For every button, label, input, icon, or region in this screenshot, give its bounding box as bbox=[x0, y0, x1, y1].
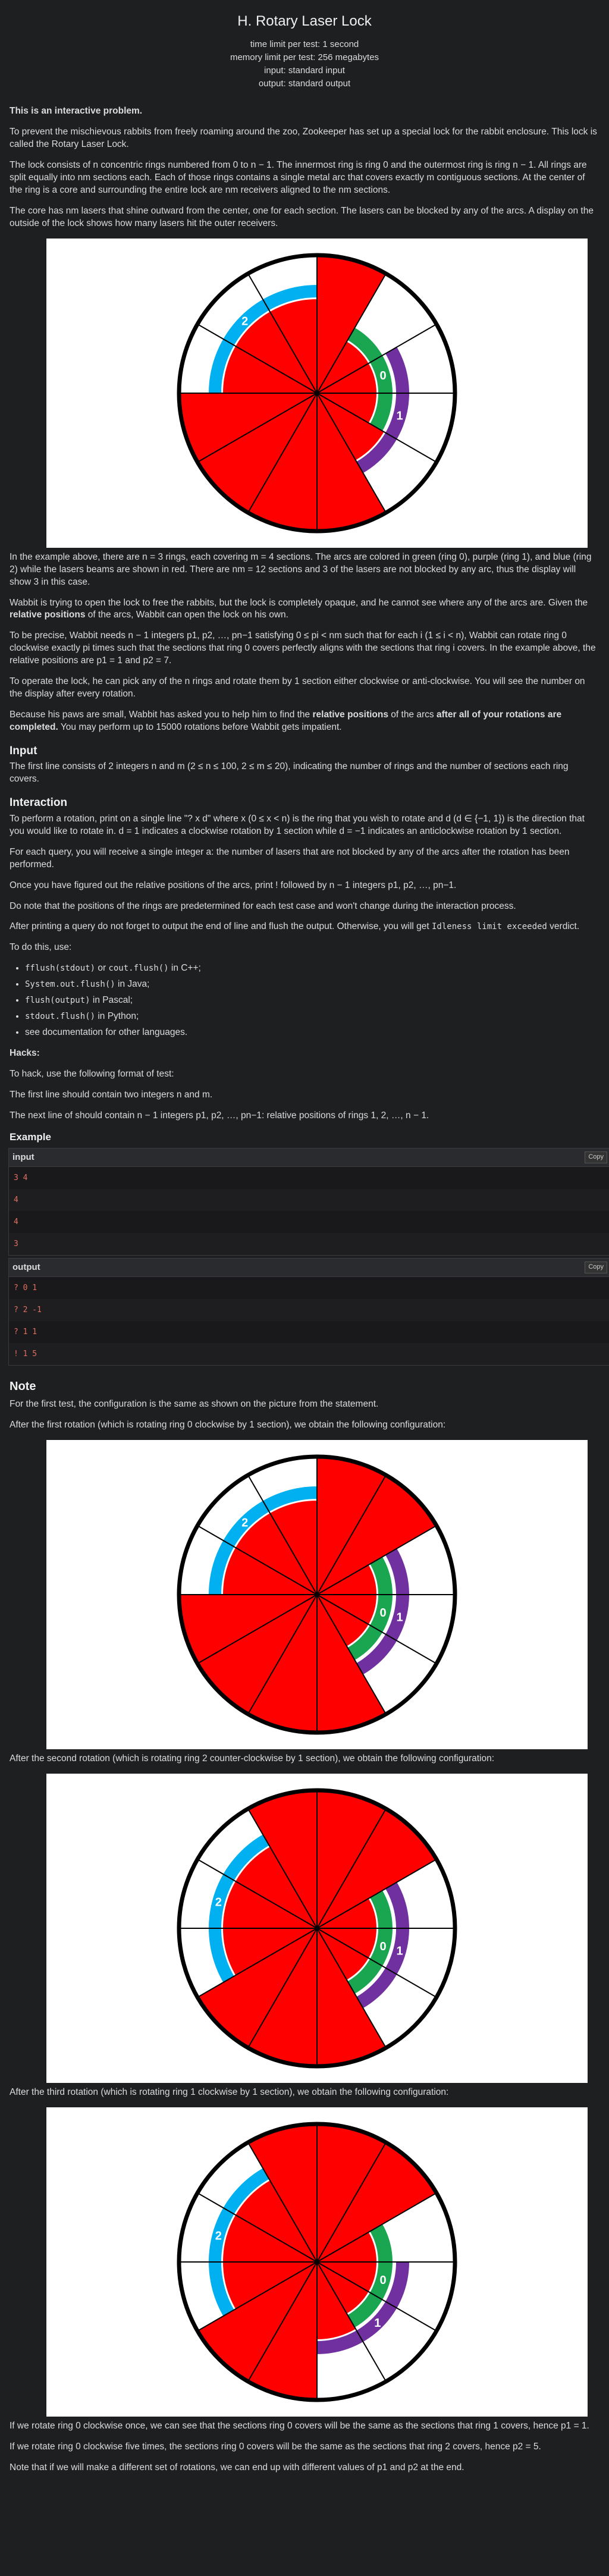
output-label: output bbox=[12, 1262, 40, 1272]
ring-1-label: 1 bbox=[397, 1944, 403, 1957]
ring-2-label: 2 bbox=[241, 1517, 248, 1530]
list-item: flush(output) in Pascal; bbox=[25, 994, 599, 1007]
ring-0-label: 0 bbox=[380, 2274, 387, 2287]
statement-paragraph: The lock consists of n concentric rings … bbox=[10, 160, 587, 195]
example-line: ? 1 1 bbox=[14, 1328, 37, 1337]
statement-paragraph: The core has nm lasers that shine outwar… bbox=[10, 205, 594, 228]
interaction-paragraph: To do this, use: bbox=[10, 942, 72, 953]
ring-2-label: 2 bbox=[215, 1896, 222, 1909]
input-heading: Input bbox=[10, 744, 37, 757]
example-line: 4 bbox=[14, 1217, 18, 1226]
example-line: 4 bbox=[9, 1188, 609, 1211]
ring-0-label: 0 bbox=[380, 1607, 387, 1620]
copy-output-button[interactable]: Copy bbox=[585, 1261, 607, 1274]
hacks-paragraph: The first line should contain two intege… bbox=[10, 1089, 213, 1100]
ring-0-label: 0 bbox=[380, 369, 387, 382]
example-line: 3 4 bbox=[14, 1173, 28, 1182]
note-paragraph: Note that if we will make a different se… bbox=[10, 2462, 464, 2473]
list-item: System.out.flush() in Java; bbox=[25, 978, 599, 991]
copy-input-button[interactable]: Copy bbox=[585, 1151, 607, 1163]
example-line: ! 1 5 bbox=[9, 1343, 609, 1366]
ring-1-label: 1 bbox=[397, 1611, 403, 1624]
memory-limit: memory limit per test: 256 megabytes bbox=[230, 52, 379, 63]
example-input-block: input Copy 3 4 4 4 3 bbox=[8, 1147, 609, 1256]
interactive-note: This is an interactive problem. bbox=[10, 106, 143, 117]
lock-diagram: 0 1 2 bbox=[177, 253, 457, 534]
list-item: fflush(stdout) or cout.flush() in C++; bbox=[25, 962, 599, 975]
interaction-paragraph: Once you have figured out the relative p… bbox=[10, 880, 457, 890]
statement-paragraph: Wabbit is trying to open the lock to fre… bbox=[10, 597, 588, 620]
lock-diagram: 01 2 bbox=[177, 1788, 457, 2069]
ring-1-label: 1 bbox=[374, 2317, 381, 2330]
lock-figure: 0 1 2 bbox=[46, 2107, 588, 2417]
input-spec: The first line consists of 2 integers n … bbox=[10, 761, 569, 785]
statement-paragraph: Because his paws are small, Wabbit has a… bbox=[10, 709, 562, 732]
note-paragraph: After the third rotation (which is rotat… bbox=[10, 2086, 449, 2097]
interaction-heading: Interaction bbox=[10, 796, 68, 809]
lock-figure: 01 2 bbox=[46, 1773, 588, 2083]
example-line: ? 2 -1 bbox=[9, 1299, 609, 1322]
note-paragraph: For the first test, the configuration is… bbox=[10, 1399, 379, 1410]
list-item: stdout.flush() in Python; bbox=[25, 1011, 599, 1023]
example-heading: Example bbox=[10, 1131, 51, 1143]
output-type: output: standard output bbox=[258, 78, 351, 89]
ring-2-label: 2 bbox=[215, 2229, 222, 2242]
list-item: see documentation for other languages. bbox=[25, 1027, 599, 1039]
statement-paragraph: To operate the lock, he can pick any of … bbox=[10, 676, 585, 699]
example-output-block: output Copy ? 0 1 ? 2 -1 ? 1 1 ! 1 5 bbox=[8, 1257, 609, 1366]
interaction-paragraph: For each query, you will receive a singl… bbox=[10, 846, 570, 870]
ring-0-label: 0 bbox=[380, 1940, 387, 1953]
statement-paragraph: To prevent the mischievous rabbits from … bbox=[10, 127, 597, 150]
note-paragraph: If we rotate ring 0 clockwise five times… bbox=[10, 2441, 541, 2452]
example-line: 3 bbox=[9, 1232, 609, 1255]
lock-figure: 0 1 2 bbox=[46, 238, 588, 548]
input-label: input bbox=[12, 1151, 34, 1162]
statement-paragraph: In the example above, there are n = 3 ri… bbox=[10, 551, 592, 587]
statement-paragraph: To be precise, Wabbit needs n − 1 intege… bbox=[10, 630, 596, 666]
lock-diagram: 01 2 bbox=[177, 1454, 457, 1735]
interaction-paragraph: To perform a rotation, print on a single… bbox=[10, 813, 585, 836]
note-paragraph: If we rotate ring 0 clockwise once, we c… bbox=[10, 2420, 589, 2431]
flush-list: fflush(stdout) or cout.flush() in C++; S… bbox=[10, 962, 599, 1039]
lock-figure: 01 2 bbox=[46, 1439, 588, 1749]
interaction-paragraph: Do note that the positions of the rings … bbox=[10, 900, 516, 911]
note-paragraph: After the second rotation (which is rota… bbox=[10, 1753, 495, 1764]
note-heading: Note bbox=[10, 1380, 36, 1394]
hacks-paragraph: To hack, use the following format of tes… bbox=[10, 1068, 174, 1079]
ring-2-label: 2 bbox=[241, 315, 248, 328]
hacks-paragraph: The next line of should contain n − 1 in… bbox=[10, 1110, 429, 1121]
example-line: ? 0 1 bbox=[14, 1284, 37, 1293]
hacks-heading: Hacks: bbox=[10, 1047, 40, 1058]
ring-1-label: 1 bbox=[397, 409, 403, 422]
note-paragraph: After the first rotation (which is rotat… bbox=[10, 1419, 446, 1430]
interaction-paragraph: After printing a query do not forget to … bbox=[10, 921, 580, 932]
problem-header: H. Rotary Laser Lock time limit per test… bbox=[10, 12, 599, 90]
problem-title: H. Rotary Laser Lock bbox=[237, 13, 372, 29]
lock-diagram: 0 1 2 bbox=[177, 2122, 457, 2402]
input-type: input: standard input bbox=[264, 65, 345, 76]
time-limit: time limit per test: 1 second bbox=[250, 39, 359, 50]
